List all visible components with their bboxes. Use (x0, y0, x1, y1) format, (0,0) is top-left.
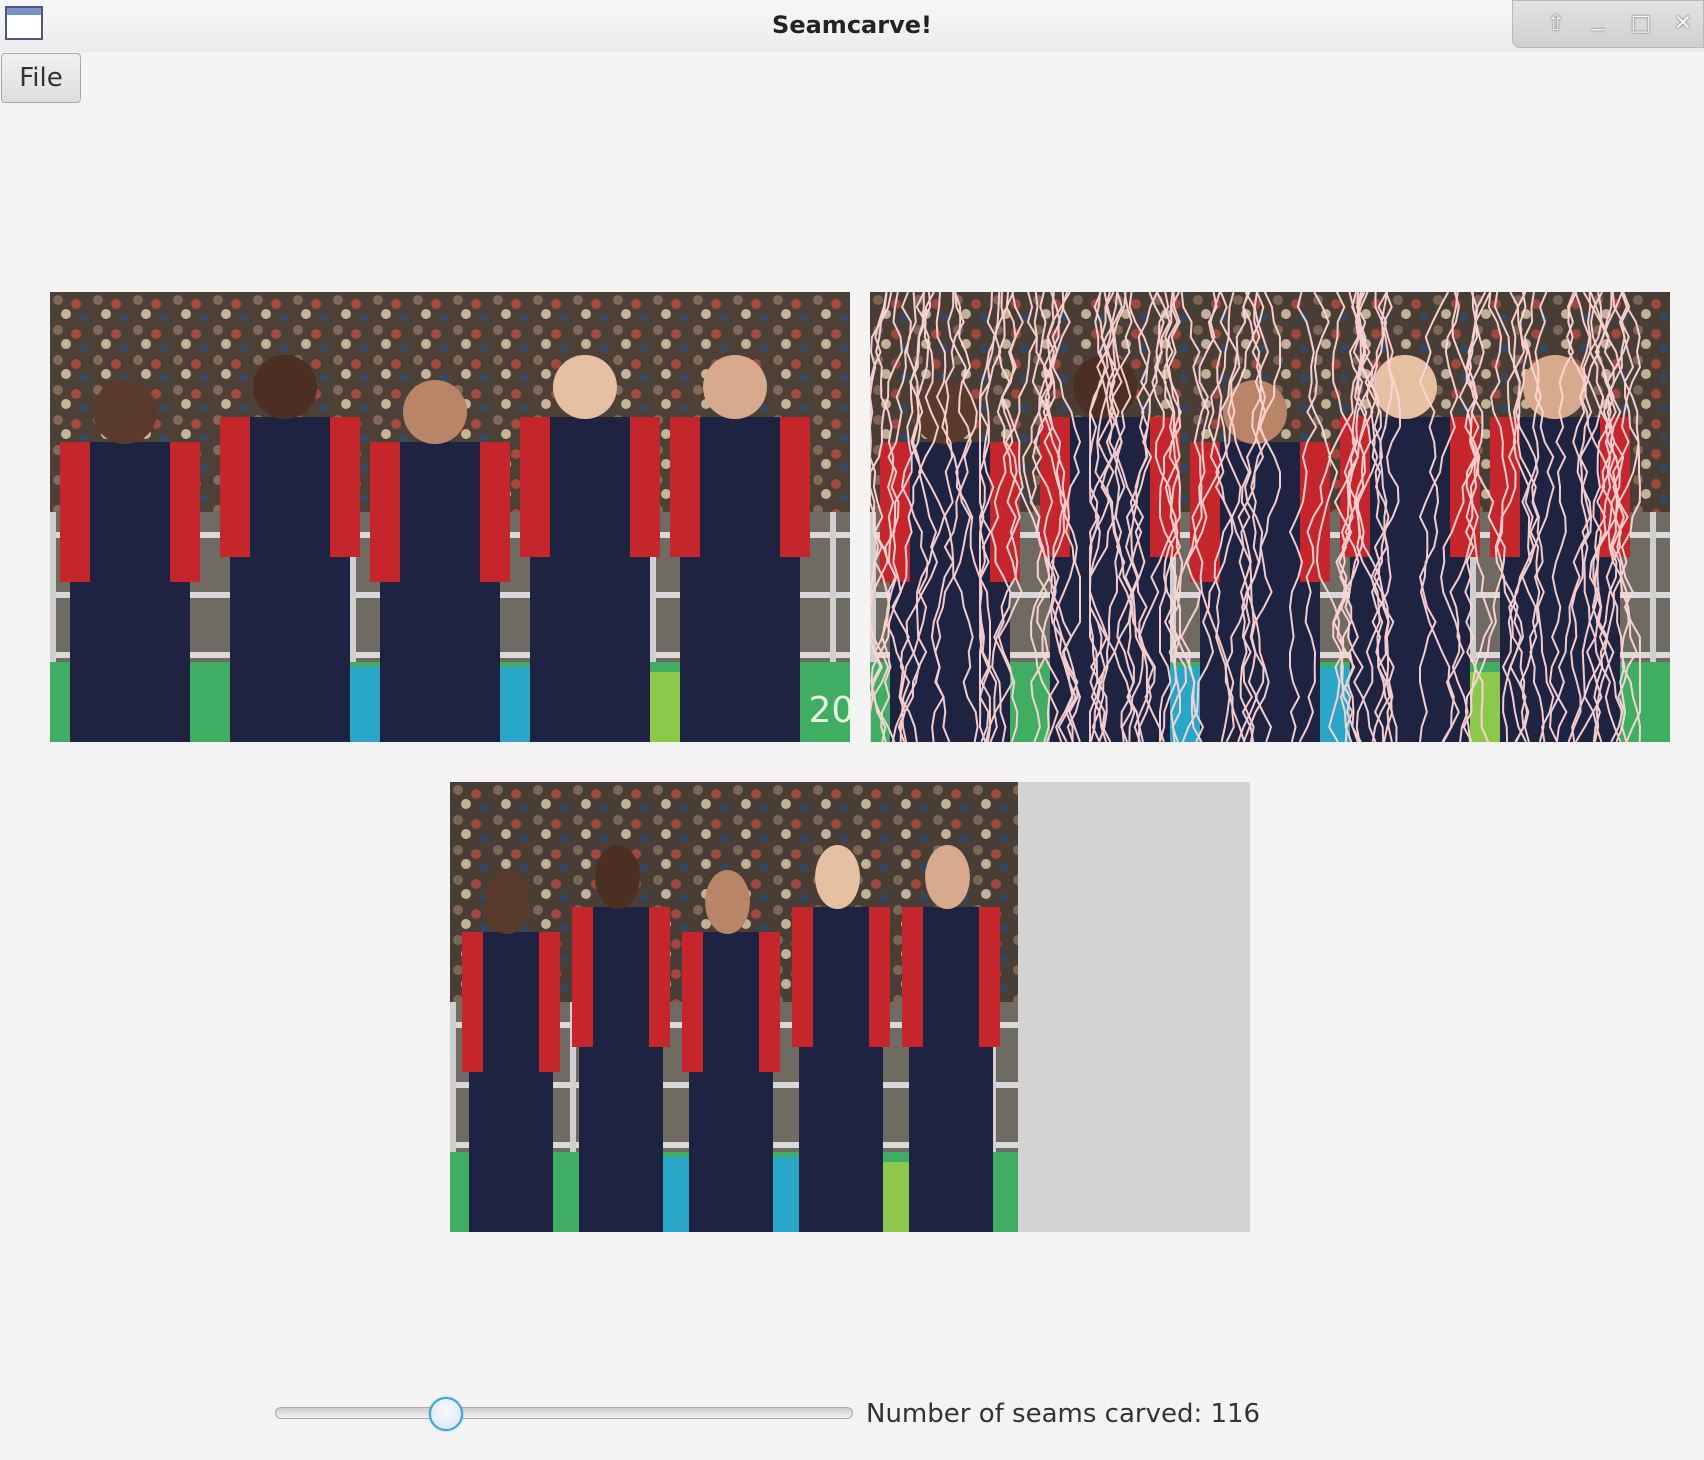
seams-image (870, 292, 1670, 742)
maximize-icon[interactable]: □ (1626, 9, 1656, 39)
window-title: Seamcarve! (772, 11, 932, 39)
carved-image-padding (1018, 782, 1250, 1232)
minimize-icon[interactable]: _ (1583, 8, 1613, 39)
carved-photo-graphic (450, 782, 1018, 1232)
window-controls: ⇧ _ □ ✕ (1512, 0, 1704, 48)
seams-carved-label: Number of seams carved: 116 (866, 1399, 1261, 1429)
title-bar: Seamcarve! ⇧ _ □ ✕ (0, 0, 1704, 52)
close-icon[interactable]: ✕ (1668, 9, 1698, 39)
seam-count-slider-track[interactable] (275, 1407, 853, 1419)
carved-image (450, 782, 1018, 1232)
seams-photo-graphic (870, 292, 1670, 742)
file-menu-button[interactable]: File (1, 53, 81, 103)
seam-count-slider-thumb[interactable] (429, 1397, 463, 1431)
original-photo-graphic: Rio 2016 (50, 292, 850, 742)
original-image: Rio 2016 (50, 292, 850, 742)
pin-icon[interactable]: ⇧ (1541, 9, 1571, 39)
